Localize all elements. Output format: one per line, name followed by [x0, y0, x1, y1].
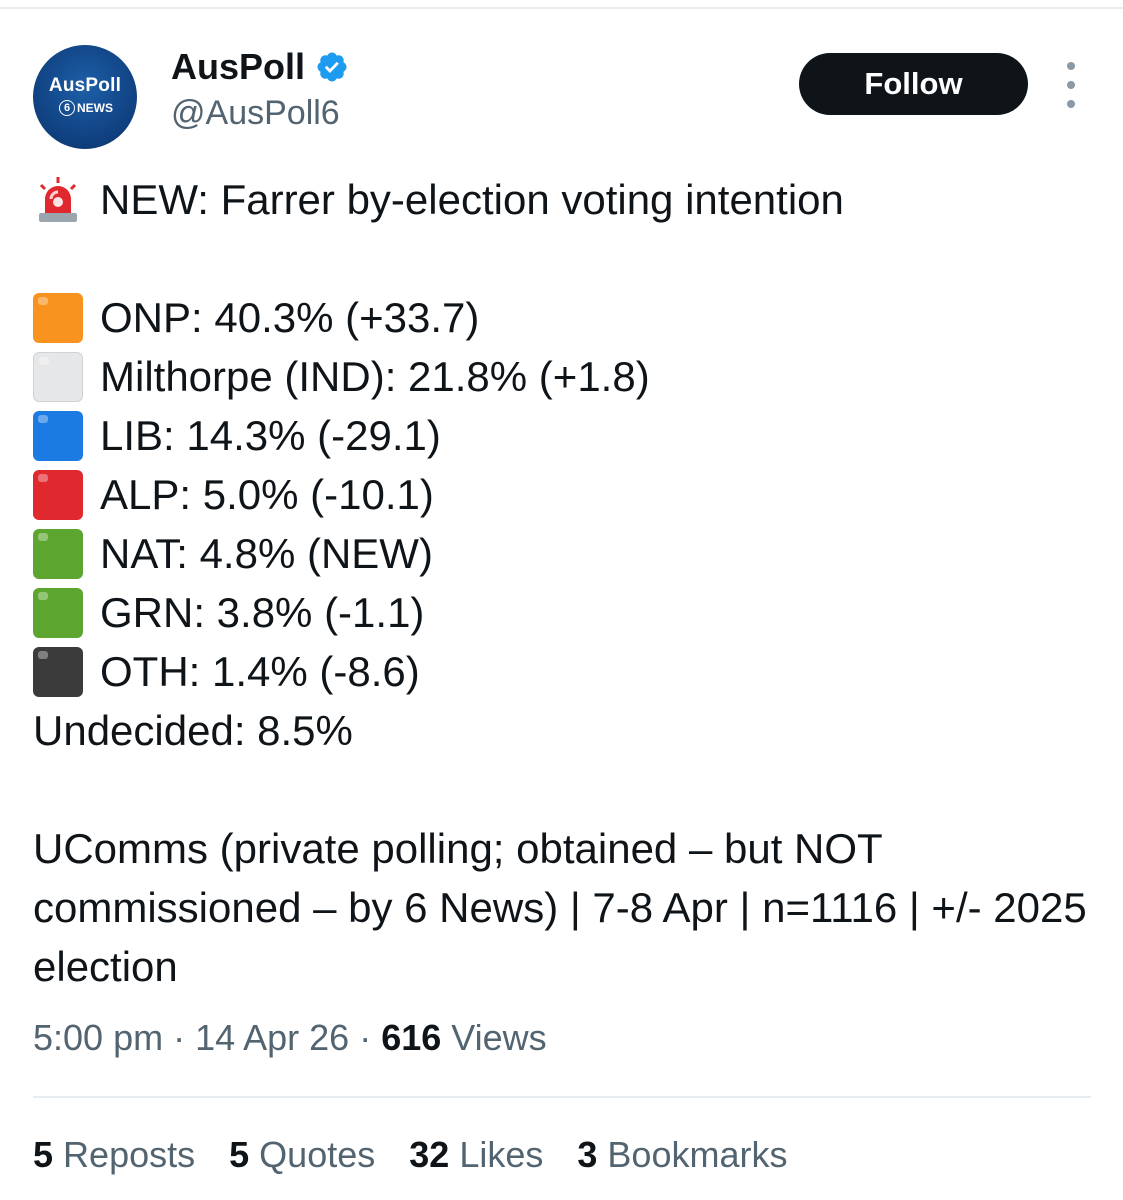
- quotes-count: 5: [229, 1134, 250, 1175]
- reposts-count: 5: [33, 1134, 54, 1175]
- avatar-logo-subtext: 6 NEWS: [59, 99, 113, 117]
- tweet-header: AusPoll 6 NEWS AusPoll @AusPoll6 Follow: [0, 0, 1123, 160]
- meta-separator: ·: [163, 1017, 196, 1058]
- reposts-link[interactable]: 5 Reposts: [33, 1134, 195, 1176]
- result-text: ALP: 5.0% (-10.1): [100, 471, 434, 518]
- likes-count: 32: [409, 1134, 450, 1175]
- bookmarks-count: 3: [577, 1134, 598, 1175]
- display-name[interactable]: AusPoll: [171, 46, 305, 88]
- result-text: GRN: 3.8% (-1.1): [100, 589, 425, 636]
- likes-link[interactable]: 32 Likes: [409, 1134, 543, 1176]
- tweet-date[interactable]: 14 Apr 26: [195, 1017, 349, 1058]
- author-handle[interactable]: @AusPoll6: [171, 94, 340, 133]
- undecided-line: Undecided: 8.5%: [33, 701, 1103, 760]
- bookmarks-label: Bookmarks: [607, 1134, 788, 1175]
- white-square-icon: [33, 351, 83, 402]
- police-light-icon: [39, 176, 77, 222]
- green-square-icon: [33, 528, 83, 579]
- avatar-six-badge: 6: [59, 100, 75, 116]
- result-line: ALP: 5.0% (-10.1): [33, 465, 1103, 524]
- quotes-link[interactable]: 5 Quotes: [229, 1134, 375, 1176]
- quotes-label: Quotes: [259, 1134, 376, 1175]
- results-list: ONP: 40.3% (+33.7) Milthorpe (IND): 21.8%…: [33, 288, 1103, 701]
- reposts-label: Reposts: [63, 1134, 196, 1175]
- more-options-icon[interactable]: [1060, 62, 1082, 108]
- more-dot: [1067, 81, 1075, 89]
- author-name-row[interactable]: AusPoll: [171, 46, 349, 88]
- result-text: ONP: 40.3% (+33.7): [100, 294, 480, 341]
- result-line: NAT: 4.8% (NEW): [33, 524, 1103, 583]
- result-text: OTH: 1.4% (-8.6): [100, 648, 420, 695]
- more-dot: [1067, 100, 1075, 108]
- more-dot: [1067, 62, 1075, 70]
- bookmarks-link[interactable]: 3 Bookmarks: [577, 1134, 787, 1176]
- result-line: LIB: 14.3% (-29.1): [33, 406, 1103, 465]
- avatar-logo-text: AusPoll: [48, 75, 122, 96]
- engagement-stats: 5 Reposts 5 Quotes 32 Likes 3 Bookmarks: [33, 1134, 821, 1176]
- views-label: Views: [451, 1017, 547, 1058]
- source-text: UComms (private polling; obtained – but …: [33, 825, 1087, 990]
- result-text: NAT: 4.8% (NEW): [100, 530, 433, 577]
- stats-divider: [33, 1096, 1091, 1098]
- headline-line: NEW: Farrer by-election voting intention: [33, 170, 1103, 229]
- tweet-meta: 5:00 pm · 14 Apr 26 · 616 Views: [33, 1017, 547, 1059]
- tweet-text: NEW: Farrer by-election voting intention…: [33, 170, 1103, 996]
- black-square-icon: [33, 646, 83, 697]
- orange-square-icon: [33, 292, 83, 343]
- headline-text: NEW: Farrer by-election voting intention: [100, 176, 844, 223]
- undecided-text: Undecided: 8.5%: [33, 707, 353, 754]
- follow-button[interactable]: Follow: [799, 53, 1028, 115]
- result-text: LIB: 14.3% (-29.1): [100, 412, 441, 459]
- meta-separator: ·: [349, 1017, 382, 1058]
- likes-label: Likes: [459, 1134, 544, 1175]
- red-square-icon: [33, 469, 83, 520]
- result-text: Milthorpe (IND): 21.8% (+1.8): [100, 353, 650, 400]
- tweet-time[interactable]: 5:00 pm: [33, 1017, 163, 1058]
- result-line: GRN: 3.8% (-1.1): [33, 583, 1103, 642]
- avatar[interactable]: AusPoll 6 NEWS: [33, 45, 137, 149]
- blue-square-icon: [33, 410, 83, 461]
- green-square-icon: [33, 587, 83, 638]
- result-line: OTH: 1.4% (-8.6): [33, 642, 1103, 701]
- result-line: ONP: 40.3% (+33.7): [33, 288, 1103, 347]
- views-count: 616: [381, 1017, 442, 1058]
- verified-badge-icon: [317, 52, 347, 82]
- avatar-news-text: NEWS: [77, 101, 113, 115]
- result-line: Milthorpe (IND): 21.8% (+1.8): [33, 347, 1103, 406]
